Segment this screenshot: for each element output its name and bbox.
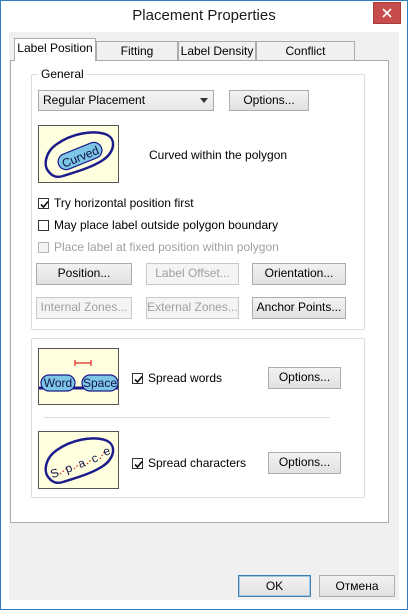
anchor-points-button[interactable]: Anchor Points... [252, 297, 346, 319]
cancel-button[interactable]: Отмена [319, 575, 395, 597]
curved-polygon-icon: Curved [44, 131, 115, 179]
outside-boundary-label: May place label outside polygon boundary [54, 218, 279, 232]
spread-characters-options-button[interactable]: Options... [268, 452, 341, 474]
checkbox-box[interactable] [132, 457, 143, 469]
close-button[interactable] [373, 2, 401, 24]
general-group: General Regular Placement Options... Cur… [31, 67, 365, 330]
title-bar[interactable]: Placement Properties [1, 1, 407, 31]
window-title: Placement Properties [132, 7, 276, 24]
checkbox-box[interactable] [132, 372, 143, 384]
spread-words-right-text: Space [83, 376, 117, 390]
placement-select-value: Regular Placement [43, 93, 146, 107]
chevron-down-icon [200, 98, 208, 103]
checkmark-icon [134, 460, 143, 468]
dialog-window: Placement Properties Label Position Fitt… [0, 0, 408, 610]
spread-characters-preview: Space [38, 431, 119, 489]
spread-words-icon: Word Space [39, 360, 118, 392]
spread-characters-checkbox[interactable]: Spread characters [132, 456, 246, 470]
try-horizontal-label: Try horizontal position first [54, 196, 194, 210]
spread-character-glyph: c [89, 451, 99, 466]
label-offset-button[interactable]: Label Offset... [146, 263, 239, 285]
spread-characters-icon: Space [44, 437, 115, 485]
position-button[interactable]: Position... [36, 263, 132, 285]
orientation-button[interactable]: Orientation... [252, 263, 346, 285]
close-icon [382, 8, 392, 18]
placement-description: Curved within the polygon [149, 148, 288, 162]
external-zones-button[interactable]: External Zones... [146, 297, 239, 319]
tab-conflict-resolution[interactable]: Conflict Resolution [256, 41, 355, 77]
spread-words-checkbox[interactable]: Spread words [132, 371, 222, 385]
spread-words-left-text: Word [44, 376, 72, 390]
curved-preview: Curved [38, 125, 119, 183]
separator [44, 417, 330, 418]
tab-label-position[interactable]: Label Position [14, 38, 96, 61]
spread-words-preview: Word Space [38, 348, 119, 405]
label-position-panel: General Regular Placement Options... Cur… [10, 60, 389, 523]
spread-words-label: Spread words [148, 371, 223, 385]
spread-words-options-button[interactable]: Options... [268, 367, 341, 389]
checkbox-box[interactable] [38, 241, 49, 253]
checkmark-icon [40, 200, 49, 208]
spread-character-glyph: e [101, 443, 112, 459]
internal-zones-button[interactable]: Internal Zones... [36, 297, 132, 319]
fixed-position-label: Place label at fixed position within pol… [54, 240, 279, 254]
spread-character-glyph: a [76, 455, 87, 471]
checkmark-icon [134, 375, 143, 383]
ok-button[interactable]: OK [238, 575, 311, 597]
tab-label-density[interactable]: Label Density [178, 41, 256, 61]
try-horizontal-checkbox[interactable]: Try horizontal position first [38, 196, 194, 210]
placement-options-button[interactable]: Options... [229, 90, 309, 111]
tab-fitting-strategy[interactable]: Fitting Strategy [96, 41, 178, 77]
placement-select[interactable]: Regular Placement [38, 90, 214, 111]
spread-character-glyph: p [63, 460, 74, 476]
spread-group: Word Space Spread words Options... Space [31, 338, 365, 498]
spread-characters-label: Spread characters [148, 456, 247, 470]
general-group-label: General [38, 67, 87, 81]
checkbox-box[interactable] [38, 219, 49, 231]
outside-boundary-checkbox[interactable]: May place label outside polygon boundary [38, 218, 278, 232]
fixed-position-checkbox[interactable]: Place label at fixed position within pol… [38, 240, 279, 254]
checkbox-box[interactable] [38, 197, 49, 209]
